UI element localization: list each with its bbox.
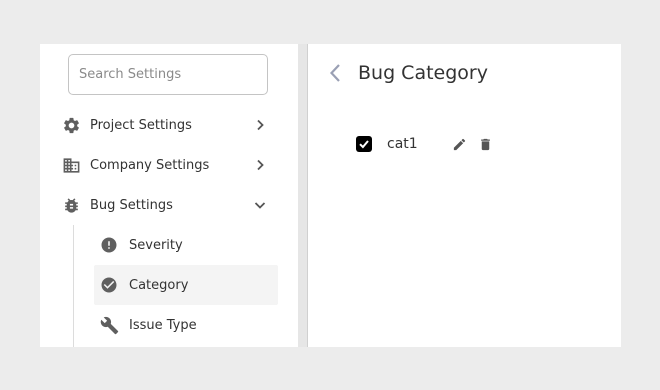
category-row: cat1 <box>356 130 500 158</box>
category-name: cat1 <box>387 136 418 152</box>
trash-icon[interactable] <box>474 133 496 155</box>
category-checkbox[interactable] <box>356 136 372 152</box>
bug-icon <box>56 196 90 215</box>
edit-icon[interactable] <box>448 133 470 155</box>
building-icon <box>56 156 90 175</box>
chevron-down-icon <box>252 200 268 210</box>
sidebar-subitem-issue-type[interactable]: Issue Type <box>94 305 278 345</box>
gear-icon <box>56 116 90 135</box>
check-circle-icon <box>94 276 129 294</box>
sidebar-subitem-label: Category <box>129 277 189 293</box>
panel-divider[interactable] <box>298 44 308 347</box>
sidebar-item-label: Company Settings <box>90 157 210 173</box>
chevron-right-icon <box>252 159 268 171</box>
page-title: Bug Category <box>358 62 488 84</box>
sidebar-item-project-settings[interactable]: Project Settings <box>56 109 268 141</box>
search-settings-input[interactable] <box>68 54 268 95</box>
tree-connector-line <box>73 225 74 347</box>
sidebar-item-label: Bug Settings <box>90 197 173 213</box>
sidebar-item-label: Project Settings <box>90 117 192 133</box>
sidebar-subitem-severity[interactable]: Severity <box>94 225 278 265</box>
sidebar-subitem-category[interactable]: Category <box>94 265 278 305</box>
chevron-left-icon <box>329 63 341 87</box>
back-button[interactable] <box>326 64 344 86</box>
sidebar-subitem-label: Severity <box>129 237 183 253</box>
sidebar-subitem-label: Issue Type <box>129 317 197 333</box>
alert-circle-icon <box>94 236 129 254</box>
wrench-icon <box>94 316 129 335</box>
main-content: Bug Category cat1 <box>308 44 621 347</box>
settings-sidebar: Project Settings Company Settings Bug Se… <box>40 44 298 347</box>
sidebar-item-company-settings[interactable]: Company Settings <box>56 149 268 181</box>
chevron-right-icon <box>252 119 268 131</box>
sidebar-item-bug-settings[interactable]: Bug Settings <box>56 189 268 221</box>
